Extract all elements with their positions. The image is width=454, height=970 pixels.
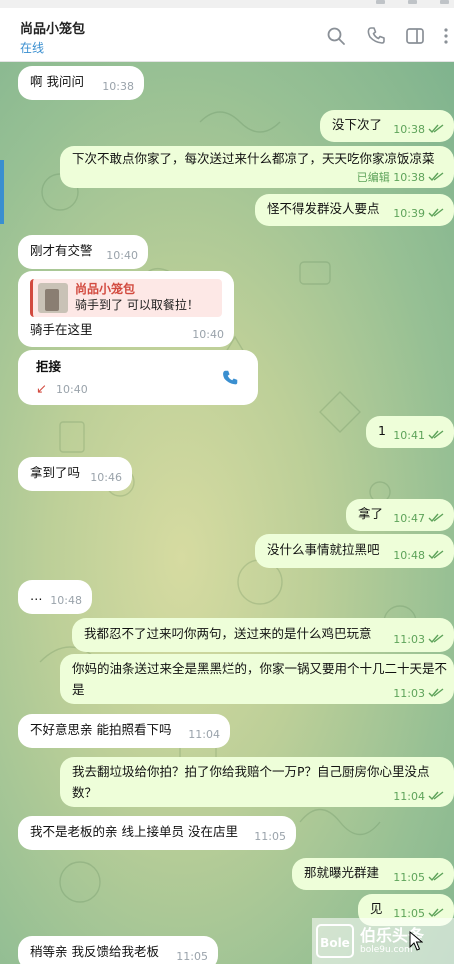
watermark-url: bole9u.com — [360, 945, 413, 955]
quote-thumbnail — [38, 283, 68, 313]
message-text: 没什么事情就拉黑吧 — [267, 542, 380, 557]
maximize-button[interactable] — [408, 0, 417, 4]
message-text: 啊 我问问 — [30, 74, 84, 89]
message-text: 怪不得发群没人要点 — [267, 201, 380, 216]
message-text: 下次不敢点你家了，每次送过来什么都凉了，天天吃你家凉饭凉菜 — [72, 151, 435, 166]
edited-label: 已编辑 — [356, 171, 390, 184]
message-text: 不好意思亲 能拍照看下吗 — [30, 722, 172, 737]
read-checks-icon — [428, 172, 444, 182]
phone-icon[interactable] — [220, 368, 240, 388]
message-time: 10:41 — [393, 429, 425, 442]
read-checks-icon — [428, 634, 444, 644]
watermark: Bole 伯乐头条 bole9u.com — [312, 918, 454, 964]
message-outgoing[interactable]: 没下次了 10:38 — [320, 110, 454, 142]
message-time: 10:46 — [90, 471, 122, 484]
quote-sender: 尚品小笼包 — [75, 282, 136, 296]
message-text: 稍等亲 我反馈给我老板 — [30, 944, 159, 959]
message-text: 我都忍不了过来叼你两句，送过来的是什么鸡巴玩意 — [84, 626, 372, 641]
message-incoming[interactable]: … 10:48 — [18, 580, 92, 614]
message-outgoing[interactable]: 那就曝光群建 11:05 — [292, 858, 454, 890]
message-text: 见 — [370, 901, 383, 916]
message-outgoing[interactable]: 下次不敢点你家了，每次送过来什么都凉了，天天吃你家凉饭凉菜 已编辑 10:38 — [60, 146, 454, 188]
selection-accent — [0, 160, 4, 224]
more-icon[interactable] — [440, 25, 452, 47]
minimize-button[interactable] — [376, 0, 385, 4]
message-time: 11:04 — [393, 790, 425, 803]
message-time: 10:38 — [102, 80, 134, 93]
read-checks-icon — [428, 872, 444, 882]
message-outgoing[interactable]: 我都忍不了过来叼你两句，送过来的是什么鸡巴玩意 11:03 — [72, 618, 454, 652]
missed-call-arrow-icon: ↙ — [36, 382, 47, 397]
read-checks-icon — [428, 908, 444, 918]
message-time: 10:48 — [393, 549, 425, 562]
read-checks-icon — [428, 430, 444, 440]
message-time: 10:39 — [393, 207, 425, 220]
call-label: 拒接 — [36, 359, 62, 374]
call-message[interactable]: 拒接 ↙ 10:40 — [18, 350, 258, 405]
message-time: 10:40 — [106, 249, 138, 262]
search-icon[interactable] — [325, 25, 347, 47]
message-text: … — [30, 588, 43, 603]
message-time: 10:38 — [393, 171, 425, 184]
read-checks-icon — [428, 550, 444, 560]
window-titlebar — [0, 0, 454, 8]
message-time: 11:05 — [254, 830, 286, 843]
message-text: 拿了 — [358, 506, 384, 521]
message-time: 10:38 — [393, 123, 425, 136]
message-time: 10:40 — [192, 328, 224, 341]
chat-status: 在线 — [20, 41, 45, 55]
message-time: 10:40 — [56, 383, 88, 396]
close-window-button[interactable] — [440, 0, 449, 4]
message-outgoing[interactable]: 1 10:41 — [366, 416, 454, 448]
message-text: 我不是老板的亲 线上接单员 没在店里 — [30, 824, 238, 839]
message-incoming[interactable]: 拿到了吗 10:46 — [18, 457, 132, 491]
message-incoming[interactable]: 稍等亲 我反馈给我老板 11:05 — [18, 936, 218, 970]
read-checks-icon — [428, 124, 444, 134]
phone-icon[interactable] — [365, 25, 387, 47]
message-text: 骑手在这里 — [30, 322, 93, 337]
message-time: 11:03 — [393, 687, 425, 700]
message-time: 11:05 — [393, 871, 425, 884]
message-outgoing[interactable]: 没什么事情就拉黑吧 10:48 — [255, 534, 454, 568]
message-text: 拿到了吗 — [30, 465, 81, 480]
message-outgoing[interactable]: 拿了 10:47 — [346, 499, 454, 531]
chat-header: 尚品小笼包 在线 — [0, 8, 454, 62]
read-checks-icon — [428, 791, 444, 801]
message-incoming[interactable]: 我不是老板的亲 线上接单员 没在店里 11:05 — [18, 816, 296, 850]
message-text: 那就曝光群建 — [304, 865, 380, 880]
watermark-logo: Bole — [316, 924, 354, 958]
quote-text: 骑手到了 可以取餐拉！ — [75, 298, 199, 312]
chat-title[interactable]: 尚品小笼包 — [20, 18, 85, 37]
message-outgoing[interactable]: 我去翻垃圾给你拍？拍了你给我赔个一万P？自己厨房你心里没点数？ 11:04 — [60, 757, 454, 807]
message-time: 11:03 — [393, 633, 425, 646]
read-checks-icon — [428, 688, 444, 698]
message-text: 1 — [378, 423, 386, 438]
mouse-cursor-icon — [409, 931, 423, 951]
message-text: 没下次了 — [332, 117, 383, 132]
message-time: 11:04 — [188, 728, 220, 741]
message-outgoing[interactable]: 怪不得发群没人要点 10:39 — [255, 194, 454, 226]
message-incoming[interactable]: 啊 我问问 10:38 — [18, 66, 144, 100]
message-time: 11:05 — [176, 950, 208, 963]
message-incoming[interactable]: 不好意思亲 能拍照看下吗 11:04 — [18, 714, 230, 748]
read-checks-icon — [428, 513, 444, 523]
read-checks-icon — [428, 208, 444, 218]
message-incoming[interactable]: 刚才有交警 10:40 — [18, 235, 148, 269]
message-text: 刚才有交警 — [30, 243, 93, 258]
message-time: 10:47 — [393, 512, 425, 525]
message-outgoing[interactable]: 你妈的油条送过来全是黑黑烂的，你家一锅又要用个十几二十天是不是 11:03 — [60, 654, 454, 704]
message-time: 10:48 — [50, 594, 82, 607]
message-incoming-reply[interactable]: 尚品小笼包 骑手到了 可以取餐拉！ 骑手在这里 10:40 — [18, 271, 234, 347]
reply-quote[interactable]: 尚品小笼包 骑手到了 可以取餐拉！ — [30, 279, 222, 317]
sidebar-panel-icon[interactable] — [404, 25, 426, 47]
